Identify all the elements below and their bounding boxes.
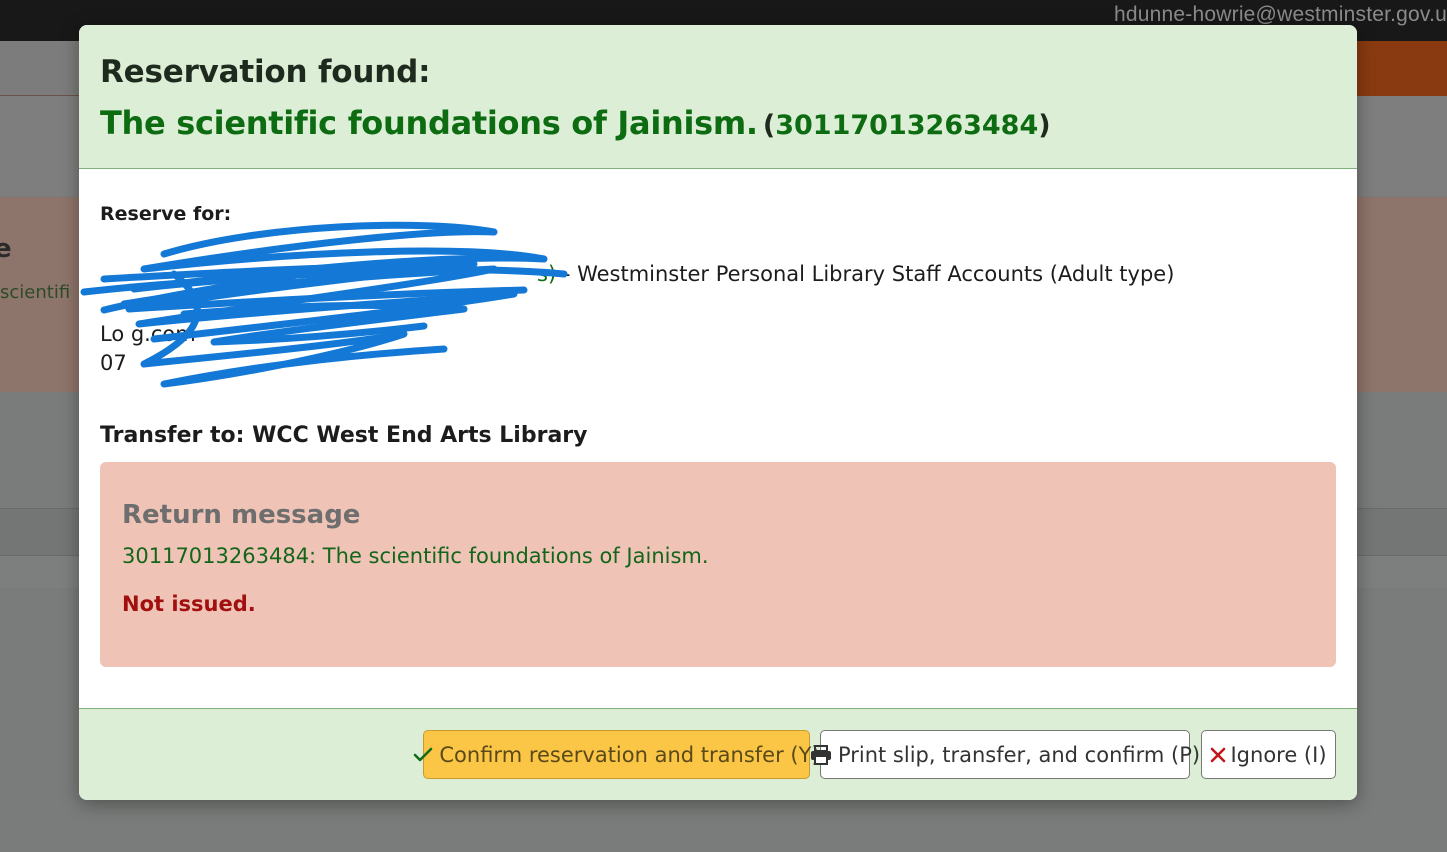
check-icon [413, 747, 433, 763]
book-title-link[interactable]: The scientific foundations of Jainism. [100, 104, 758, 142]
print-slip-button[interactable]: Print slip, transfer, and confirm (P) [810, 730, 1200, 779]
transfer-to: Transfer to: WCC West End Arts Library [100, 423, 587, 448]
modal-title: Reservation found: [100, 54, 431, 90]
reservation-found-modal: Reservation found: The scientific founda… [79, 25, 1357, 800]
ignore-button-label: Ignore (I) [1230, 742, 1327, 767]
navbar-accent-block [1350, 41, 1447, 96]
barcode-open-paren: ( [762, 110, 776, 141]
ignore-button[interactable]: Ignore (I) [1201, 730, 1336, 779]
return-status: Not issued. [122, 592, 256, 616]
barcode-close-paren: ) [1038, 110, 1051, 141]
modal-body: Reserve for: s) - Westminster Personal L… [79, 169, 1357, 708]
modal-header: Reservation found: The scientific founda… [79, 25, 1357, 169]
return-message-item: 30117013263484: The scientific foundatio… [122, 544, 709, 568]
print-button-label: Print slip, transfer, and confirm (P) [837, 742, 1201, 767]
modal-subtitle: The scientific foundations of Jainism. (… [100, 103, 1357, 149]
barcode-wrapper: (30117013263484) [763, 110, 1051, 141]
modal-footer: Confirm reservation and transfer (Y) Pri… [79, 708, 1357, 800]
background-alert-text: scientifi [0, 282, 71, 303]
barcode-link[interactable]: 30117013263484 [775, 110, 1038, 141]
printer-icon [810, 744, 832, 765]
close-icon [1210, 747, 1226, 763]
transfer-label: Transfer to: [100, 423, 245, 448]
confirm-transfer-button[interactable]: Confirm reservation and transfer (Y) [414, 730, 820, 779]
redaction-scribble [80, 221, 568, 388]
transfer-library: WCC West End Arts Library [252, 423, 588, 448]
return-message-heading: Return message [122, 500, 361, 530]
navbar-section [0, 41, 80, 96]
confirm-button-label: Confirm reservation and transfer (Y) [439, 742, 820, 767]
background-alert-title: e [0, 234, 12, 264]
logged-in-user[interactable]: hdunne-howrie@westminster.gov.u [1114, 3, 1447, 27]
return-message-box: Return message 30117013263484: The scien… [100, 462, 1336, 667]
patron-category: - Westminster Personal Library Staff Acc… [556, 262, 1175, 286]
